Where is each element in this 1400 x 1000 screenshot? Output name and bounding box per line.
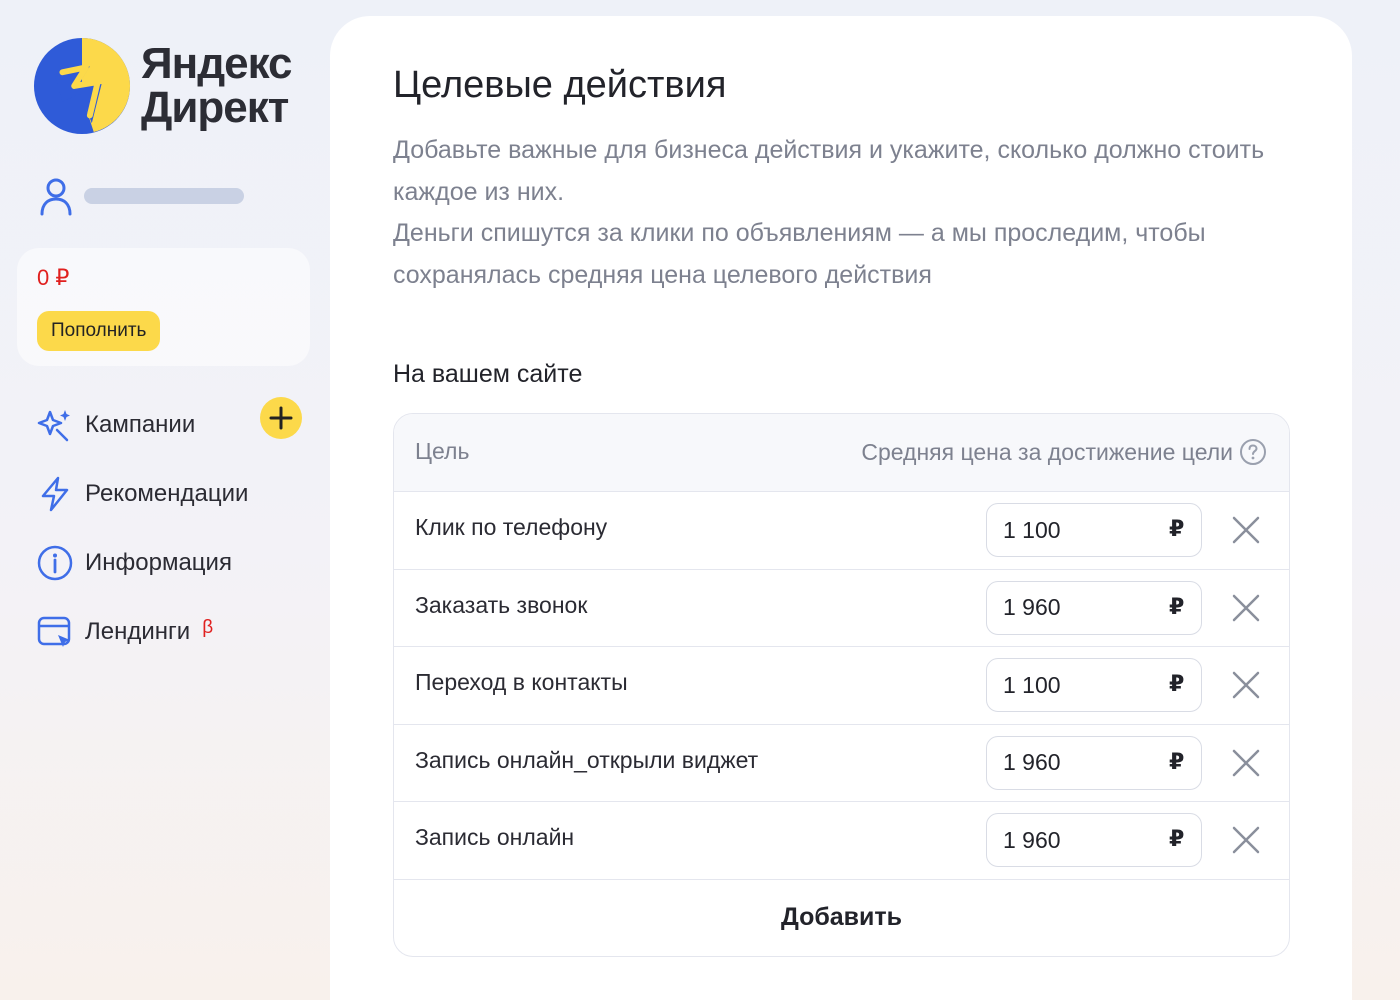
yandex-direct-logo-icon xyxy=(33,37,131,135)
goal-name: Запись онлайн_открыли виджет xyxy=(415,746,759,773)
currency-sign: ₽ xyxy=(1169,593,1185,619)
sidebar-item-landings[interactable]: Лендинги β xyxy=(36,597,306,666)
account-balance: 0 ₽ xyxy=(37,265,70,290)
page-title: Целевые действия xyxy=(393,64,727,106)
column-header-goal: Цель xyxy=(415,438,470,464)
landing-page-icon xyxy=(37,616,71,647)
lightning-icon xyxy=(41,476,69,511)
logo-line-1: Яндекс xyxy=(141,39,293,88)
currency-sign: ₽ xyxy=(1169,748,1185,774)
table-row: Запись онлайн_открыли виджет ₽ xyxy=(394,725,1289,802)
info-circle-icon xyxy=(37,545,73,580)
sidebar-item-label: Лендинги xyxy=(85,617,191,645)
goal-name: Запись онлайн xyxy=(415,824,575,850)
beta-badge: β xyxy=(202,616,214,638)
user-name-placeholder xyxy=(84,188,244,204)
sidebar: Яндекс Директ 0 ₽ Пополнить Кампании Рек… xyxy=(0,0,330,1000)
goal-name: Переход в контакты xyxy=(415,669,628,695)
user-profile[interactable] xyxy=(38,176,244,216)
currency-sign: ₽ xyxy=(1169,516,1185,541)
question-circle-icon[interactable] xyxy=(1239,438,1267,466)
sparkle-stars-icon xyxy=(37,409,70,441)
sidebar-item-label: Кампании xyxy=(85,410,196,438)
sidebar-item-recommendations[interactable]: Рекомендации xyxy=(36,459,306,528)
add-goal-row: Добавить xyxy=(394,879,1289,956)
remove-goal-button[interactable] xyxy=(1230,747,1262,779)
description-paragraph: Добавьте важные для бизнеса действия и у… xyxy=(393,136,1265,206)
logo-wordmark: Яндекс Директ xyxy=(141,39,293,132)
sidebar-item-information[interactable]: Информация xyxy=(36,528,306,597)
balance-card: 0 ₽ Пополнить xyxy=(17,248,310,366)
currency-sign: ₽ xyxy=(1169,671,1185,696)
close-icon xyxy=(1232,594,1260,621)
close-icon xyxy=(1232,826,1260,854)
table-row: Заказать звонок ₽ xyxy=(394,570,1289,647)
table-row: Переход в контакты ₽ xyxy=(394,647,1289,725)
currency-sign: ₽ xyxy=(1169,826,1185,851)
main-content: Целевые действия Добавьте важные для биз… xyxy=(330,16,1352,1000)
sidebar-nav: Кампании Рекомендации Информация Лендинг… xyxy=(36,390,306,666)
sidebar-item-campaigns[interactable]: Кампании xyxy=(36,390,306,459)
sidebar-item-label: Рекомендации xyxy=(85,479,249,507)
remove-goal-button[interactable] xyxy=(1230,514,1262,546)
add-goal-button[interactable]: Добавить xyxy=(781,903,902,932)
add-campaign-button[interactable] xyxy=(260,397,302,439)
user-icon xyxy=(40,178,72,216)
column-header-price: Средняя цена за достижение цели xyxy=(861,438,1267,466)
close-icon xyxy=(1232,516,1260,544)
goals-table: Цель Средняя цена за достижение цели Кли… xyxy=(393,413,1290,957)
remove-goal-button[interactable] xyxy=(1230,592,1262,624)
goal-name: Заказать звонок xyxy=(415,591,588,618)
table-row: Клик по телефону ₽ xyxy=(394,492,1289,570)
remove-goal-button[interactable] xyxy=(1230,824,1262,856)
logo-line-2: Директ xyxy=(141,83,289,132)
table-header: Цель Средняя цена за достижение цели xyxy=(394,414,1289,492)
topup-button[interactable]: Пополнить xyxy=(37,311,161,351)
description-paragraph: Деньги спишутся за клики по объявлениям … xyxy=(393,219,1206,289)
section-title: На вашем сайте xyxy=(393,360,583,388)
remove-goal-button[interactable] xyxy=(1230,669,1262,701)
column-header-price-label: Средняя цена за достижение цели xyxy=(861,438,1233,465)
plus-icon xyxy=(269,406,293,430)
sidebar-item-label: Информация xyxy=(85,548,232,576)
table-row: Запись онлайн ₽ xyxy=(394,802,1289,880)
goal-name: Клик по телефону xyxy=(415,514,608,540)
page-description: Добавьте важные для бизнеса действия и у… xyxy=(393,130,1313,296)
yandex-direct-logo[interactable]: Яндекс Директ xyxy=(33,36,303,136)
close-icon xyxy=(1232,671,1260,699)
close-icon xyxy=(1232,749,1260,776)
